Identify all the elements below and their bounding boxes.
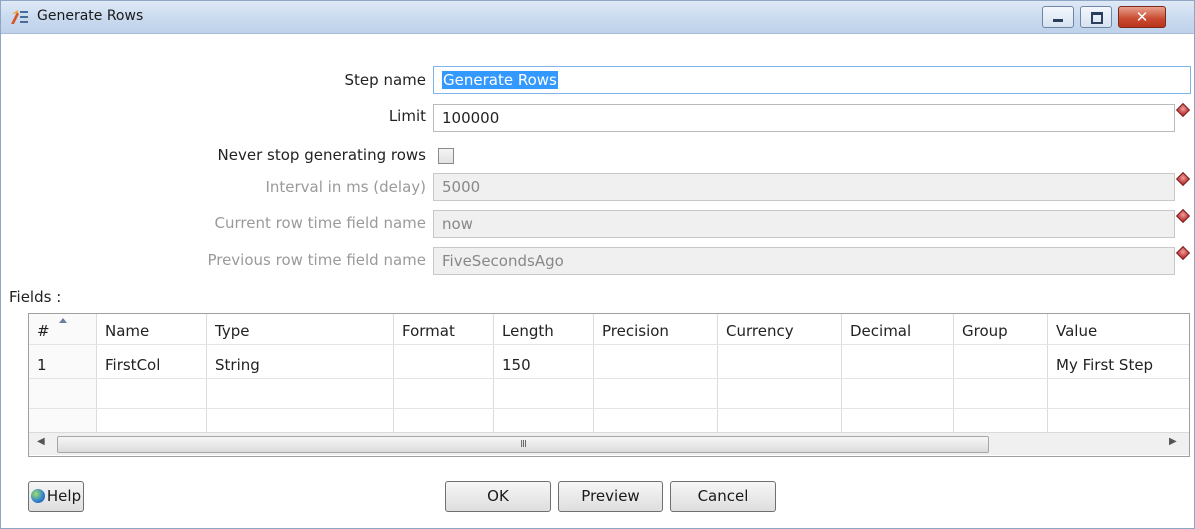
- column-header-value[interactable]: Value: [1048, 314, 1097, 344]
- scroll-left-icon[interactable]: ◀: [37, 436, 45, 447]
- never-stop-label: Never stop generating rows: [217, 146, 426, 164]
- close-icon: ✕: [1135, 8, 1149, 26]
- variable-icon: [1175, 245, 1191, 261]
- never-stop-checkbox[interactable]: [438, 148, 454, 164]
- minimize-button[interactable]: [1042, 6, 1074, 28]
- step-name-input[interactable]: Generate Rows: [433, 66, 1191, 94]
- table-cell-value[interactable]: My First Step: [1048, 356, 1153, 374]
- sort-ascending-icon[interactable]: [59, 318, 67, 323]
- table-cell-number[interactable]: 1: [29, 356, 47, 374]
- limit-label: Limit: [388, 107, 426, 125]
- previous-row-label: Previous row time field name: [207, 251, 426, 269]
- step-name-label: Step name: [344, 71, 426, 89]
- maximize-icon: [1091, 12, 1103, 24]
- step-name-value: Generate Rows: [442, 71, 558, 89]
- column-header-number[interactable]: #: [29, 314, 50, 344]
- limit-input[interactable]: 100000: [433, 104, 1175, 132]
- generate-rows-dialog: Generate Rows ✕ Step name Generate Rows …: [0, 0, 1195, 529]
- fields-table[interactable]: # Name Type Format Length Precision Curr…: [28, 313, 1190, 457]
- scroll-right-icon[interactable]: ▶: [1169, 436, 1177, 447]
- column-header-format[interactable]: Format: [394, 314, 455, 344]
- column-header-decimal[interactable]: Decimal: [842, 314, 911, 344]
- column-header-currency[interactable]: Currency: [718, 314, 794, 344]
- variable-icon: [1175, 102, 1191, 118]
- column-header-precision[interactable]: Precision: [594, 314, 669, 344]
- preview-button[interactable]: Preview: [558, 481, 663, 512]
- ok-button[interactable]: OK: [445, 481, 551, 512]
- cancel-button[interactable]: Cancel: [670, 481, 776, 512]
- column-header-name[interactable]: Name: [97, 314, 149, 344]
- header-divider: [29, 344, 1189, 345]
- column-header-group[interactable]: Group: [954, 314, 1008, 344]
- row-divider: [29, 408, 1189, 409]
- variable-icon: [1175, 208, 1191, 224]
- previous-row-input[interactable]: FiveSecondsAgo: [433, 247, 1175, 275]
- table-cell-length[interactable]: 150: [494, 356, 531, 374]
- help-button-label: Help: [46, 487, 82, 505]
- scrollbar-grip: III: [520, 439, 527, 450]
- title-bar[interactable]: Generate Rows ✕: [1, 1, 1194, 34]
- interval-input[interactable]: 5000: [433, 173, 1175, 201]
- help-globe-icon: [30, 489, 45, 503]
- close-button[interactable]: ✕: [1118, 6, 1166, 28]
- help-button[interactable]: Help: [28, 481, 84, 512]
- table-cell-name[interactable]: FirstCol: [97, 356, 160, 374]
- column-header-length[interactable]: Length: [494, 314, 554, 344]
- current-row-input[interactable]: now: [433, 210, 1175, 238]
- generate-rows-step-icon: [9, 8, 29, 26]
- fields-label: Fields :: [9, 288, 62, 306]
- window-title: Generate Rows: [37, 8, 144, 24]
- horizontal-scrollbar[interactable]: ◀ III ▶: [29, 432, 1189, 455]
- current-row-label: Current row time field name: [214, 214, 427, 232]
- scrollbar-thumb[interactable]: III: [57, 436, 989, 453]
- maximize-button[interactable]: [1080, 6, 1112, 28]
- interval-label: Interval in ms (delay): [265, 178, 426, 196]
- column-header-type[interactable]: Type: [207, 314, 249, 344]
- variable-icon: [1175, 171, 1191, 187]
- minimize-icon: [1053, 19, 1063, 22]
- row-divider: [29, 378, 1189, 379]
- table-cell-type[interactable]: String: [207, 356, 260, 374]
